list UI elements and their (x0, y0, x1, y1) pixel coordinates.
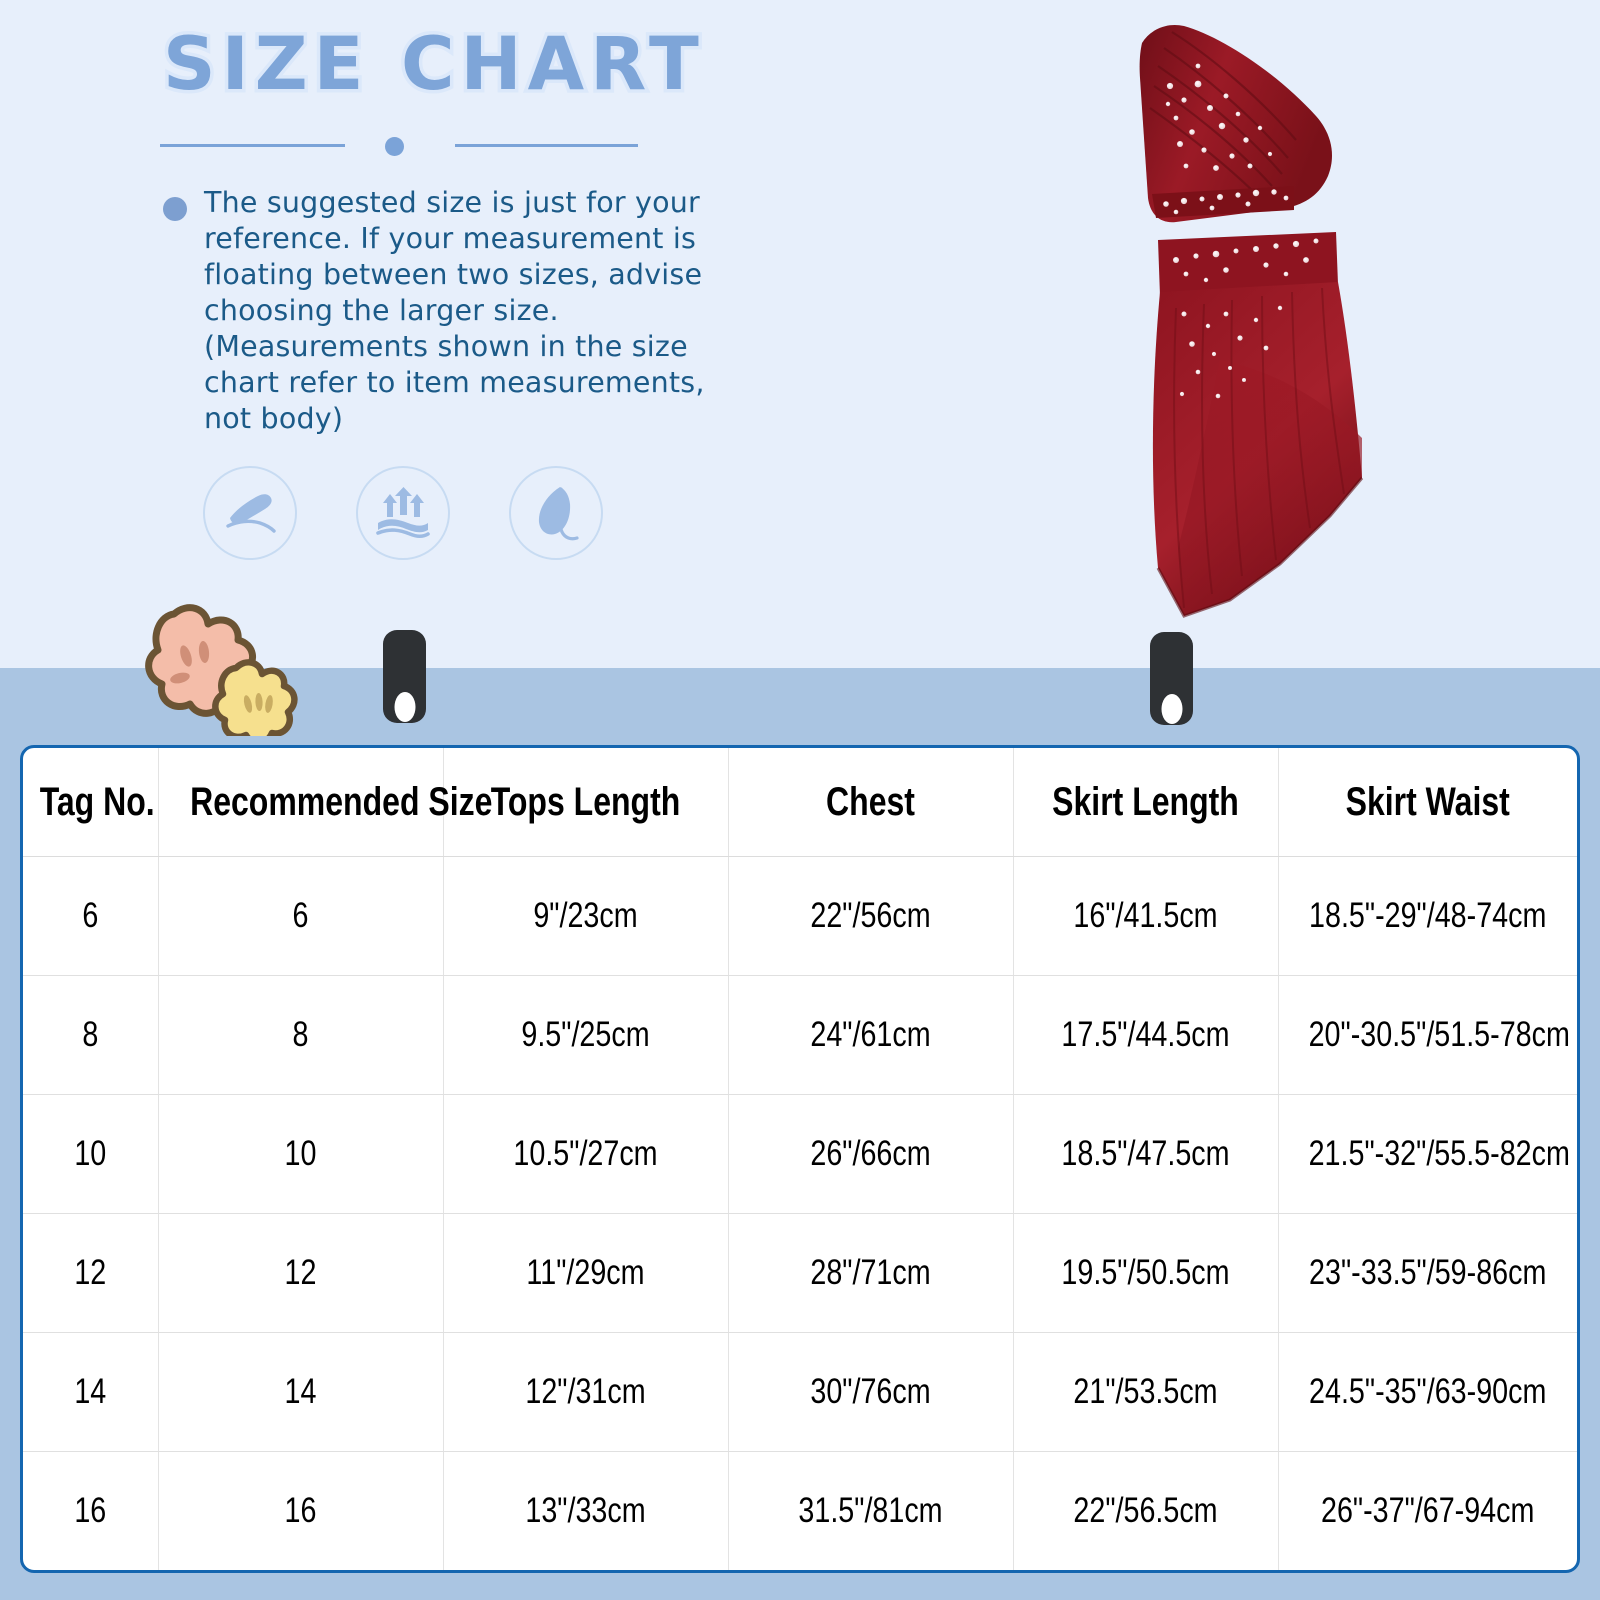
cell-tops-length: 10.5"/27cm (468, 1094, 703, 1214)
divider-dot-icon (385, 137, 404, 156)
cell-tag-no: 14 (35, 1332, 147, 1452)
column-header-tops-length: Tops Length (471, 748, 700, 857)
cell-skirt-waist: 20"-30.5"/51.5-78cm (1304, 975, 1570, 1095)
product-image (1080, 8, 1420, 668)
column-header-chest: Chest (756, 748, 985, 857)
table-row: 8 8 9.5"/25cm 24"/61cm 17.5"/44.5cm 20"-… (23, 975, 1577, 1095)
flower-stickers (112, 596, 322, 736)
breathable-arrows-icon (372, 487, 434, 539)
cell-recommended-size: 16 (183, 1451, 418, 1570)
cell-skirt-length: 19.5"/50.5cm (1036, 1213, 1255, 1333)
feature-soft-touch (203, 466, 297, 560)
table-row: 12 12 11"/29cm 28"/71cm 19.5"/50.5cm 23"… (23, 1213, 1577, 1333)
cell-tag-no: 16 (35, 1451, 147, 1570)
cell-skirt-length: 17.5"/44.5cm (1036, 975, 1255, 1095)
cell-chest: 24"/61cm (753, 975, 988, 1095)
size-note-text: The suggested size is just for your refe… (204, 186, 705, 435)
cell-skirt-length: 18.5"/47.5cm (1036, 1094, 1255, 1214)
cell-tops-length: 9"/23cm (468, 856, 703, 976)
feature-icon-row (203, 466, 603, 560)
feature-breathable (356, 466, 450, 560)
feather-lightweight-icon (530, 484, 582, 542)
cell-tops-length: 13"/33cm (468, 1451, 703, 1570)
column-header-skirt-waist: Skirt Waist (1307, 748, 1548, 857)
cell-chest: 28"/71cm (753, 1213, 988, 1333)
cell-chest: 31.5"/81cm (753, 1451, 988, 1570)
red-dance-costume-image (1080, 8, 1420, 668)
cell-tops-length: 9.5"/25cm (468, 975, 703, 1095)
cell-skirt-length: 21"/53.5cm (1036, 1332, 1255, 1452)
cell-tops-length: 12"/31cm (468, 1332, 703, 1452)
cell-tag-no: 12 (35, 1213, 147, 1333)
cell-chest: 22"/56cm (753, 856, 988, 976)
binder-clip-right (1150, 632, 1193, 725)
cell-skirt-length: 22"/56.5cm (1036, 1451, 1255, 1570)
cell-skirt-waist: 21.5"-32"/55.5-82cm (1304, 1094, 1570, 1214)
table-row: 6 6 9"/23cm 22"/56cm 16"/41.5cm 18.5"-29… (23, 856, 1577, 976)
cell-skirt-length: 16"/41.5cm (1036, 856, 1255, 976)
cell-tag-no: 8 (35, 975, 147, 1095)
table-row: 10 10 10.5"/27cm 26"/66cm 18.5"/47.5cm 2… (23, 1094, 1577, 1214)
bullet-dot-icon (163, 197, 187, 221)
column-header-tag-no: Tag No. (36, 748, 155, 857)
table-row: 14 14 12"/31cm 30"/76cm 21"/53.5cm 24.5"… (23, 1332, 1577, 1452)
cell-tag-no: 6 (35, 856, 147, 976)
cell-recommended-size: 12 (183, 1213, 418, 1333)
divider-line-right (455, 144, 638, 147)
cell-tops-length: 11"/29cm (468, 1213, 703, 1333)
cell-tag-no: 10 (35, 1094, 147, 1214)
cell-skirt-waist: 24.5"-35"/63-90cm (1304, 1332, 1551, 1452)
title-divider (160, 135, 638, 156)
column-header-recommended-size: Recommended Size (186, 748, 492, 857)
page-title-area: SIZE CHART (160, 22, 923, 108)
size-note: The suggested size is just for your refe… (163, 185, 843, 437)
yellow-flower-sticker (212, 659, 298, 736)
page-title: SIZE CHART (160, 22, 705, 108)
cell-recommended-size: 14 (183, 1332, 418, 1452)
cell-skirt-waist: 26"-37"/67-94cm (1320, 1491, 1535, 1530)
cell-recommended-size: 10 (183, 1094, 418, 1214)
size-chart-page: SIZE CHART The suggested size is just fo… (0, 0, 1600, 1600)
cell-skirt-waist: 18.5"-29"/48-74cm (1304, 856, 1551, 976)
table-row: 16 16 13"/33cm 31.5"/81cm 22"/56.5cm 26"… (23, 1451, 1577, 1570)
size-table-card: Tag No. Recommended Size Tops Length Che… (20, 745, 1580, 1573)
size-table: Tag No. Recommended Size Tops Length Che… (23, 748, 1577, 1570)
cell-skirt-waist: 23"-33.5"/59-86cm (1304, 1213, 1551, 1333)
cell-recommended-size: 6 (183, 856, 418, 976)
soft-touch-hand-icon (220, 488, 280, 538)
cell-chest: 30"/76cm (753, 1332, 988, 1452)
divider-line-left (160, 144, 345, 147)
column-header-skirt-length: Skirt Length (1039, 748, 1252, 857)
feature-lightweight (509, 466, 603, 560)
table-header-row: Tag No. Recommended Size Tops Length Che… (23, 748, 1577, 857)
binder-clip-left (383, 630, 426, 723)
cell-recommended-size: 8 (183, 975, 418, 1095)
cell-chest: 26"/66cm (753, 1094, 988, 1214)
